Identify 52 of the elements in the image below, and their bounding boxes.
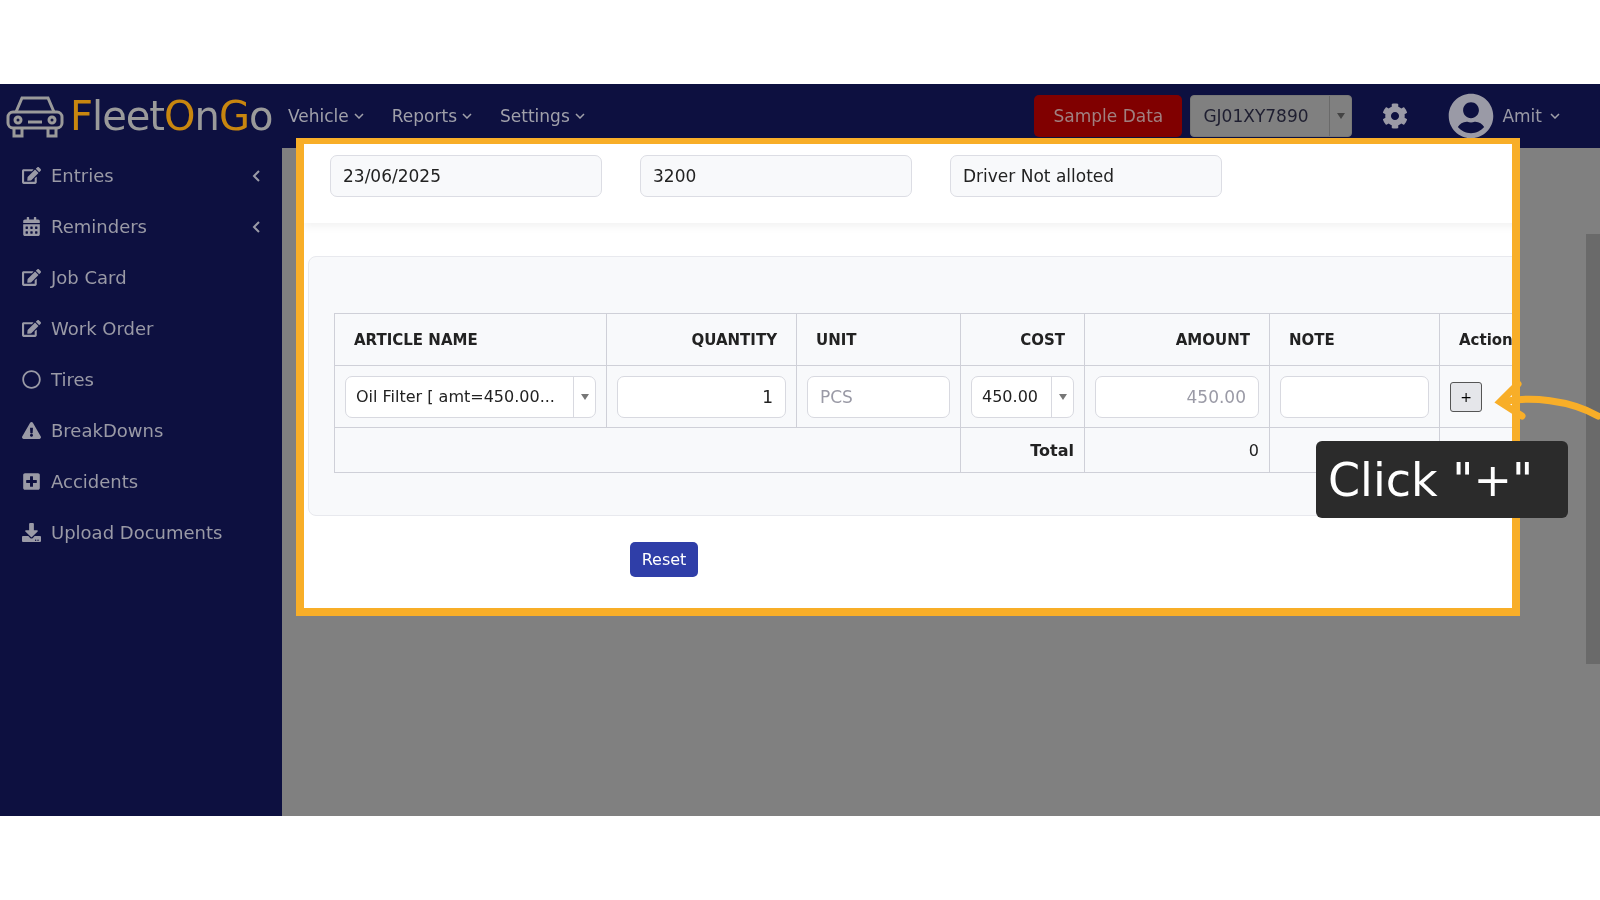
cost-select[interactable]: 450.00: [971, 375, 1074, 418]
chevron-down-icon: [353, 113, 364, 119]
calendar-icon: [22, 217, 41, 236]
chevron-icon: [252, 169, 260, 182]
article-select[interactable]: Oil Filter [ amt=450.00...: [345, 375, 596, 418]
edit-icon: [22, 319, 41, 338]
caret-icon: [1336, 113, 1345, 119]
sidebar-item[interactable]: Accidents: [51, 471, 260, 492]
caret-icon: [1058, 393, 1067, 400]
plus-icon: [22, 472, 41, 491]
nav-menu[interactable]: Vehicle: [288, 106, 364, 126]
nav-menu[interactable]: Settings: [500, 106, 585, 126]
column-header: Action: [1440, 314, 1512, 366]
sidebar-item[interactable]: BreakDowns: [51, 420, 260, 441]
column-header: AMOUNT: [1085, 314, 1270, 366]
note-field[interactable]: [1280, 375, 1429, 418]
sidebar-item[interactable]: Tires: [51, 369, 260, 390]
sidebar-item[interactable]: Reminders: [51, 216, 242, 237]
input-field[interactable]: 3200: [640, 155, 912, 197]
settings-icon[interactable]: [1382, 103, 1409, 129]
input-field[interactable]: 23/06/2025: [330, 155, 602, 197]
edit-icon: [22, 268, 41, 287]
app-logo: FleetOnGo: [70, 93, 273, 139]
caret-icon: [580, 393, 589, 400]
column-header: QUANTITY: [607, 314, 797, 366]
download-icon: [22, 523, 41, 542]
avatar-icon[interactable]: [1448, 93, 1495, 139]
input-field[interactable]: Driver Not alloted: [950, 155, 1222, 197]
total-value: 0: [1248, 440, 1259, 460]
user-name[interactable]: Amit: [1502, 106, 1542, 126]
chevron-icon: [252, 220, 260, 233]
sidebar-item[interactable]: Work Order: [51, 318, 260, 339]
reset-button[interactable]: Reset: [630, 542, 698, 577]
sidebar-item[interactable]: Job Card: [51, 267, 260, 288]
sidebar-item[interactable]: Entries: [51, 165, 242, 186]
column-header: COST: [961, 314, 1085, 366]
add-button[interactable]: +: [1450, 381, 1482, 412]
vehicle-select[interactable]: GJ01XY7890: [1190, 95, 1353, 137]
edit-icon: [22, 166, 41, 185]
column-header: UNIT: [797, 314, 961, 366]
quantity-field[interactable]: 1: [617, 375, 786, 418]
column-header: ARTICLE NAME: [335, 314, 607, 366]
chevron-down-icon: [574, 113, 585, 119]
nav-menu[interactable]: Reports: [391, 106, 472, 126]
warning-icon: [22, 421, 41, 440]
scrollbar[interactable]: [1586, 234, 1600, 664]
total-label: Total: [1030, 440, 1074, 460]
callout-tooltip: Click "+": [1316, 441, 1568, 518]
chevron-down-icon: [462, 113, 472, 119]
chevron-down-icon: [1550, 113, 1560, 119]
column-header: NOTE: [1270, 314, 1440, 366]
sidebar-item[interactable]: Upload Documents: [51, 522, 260, 543]
